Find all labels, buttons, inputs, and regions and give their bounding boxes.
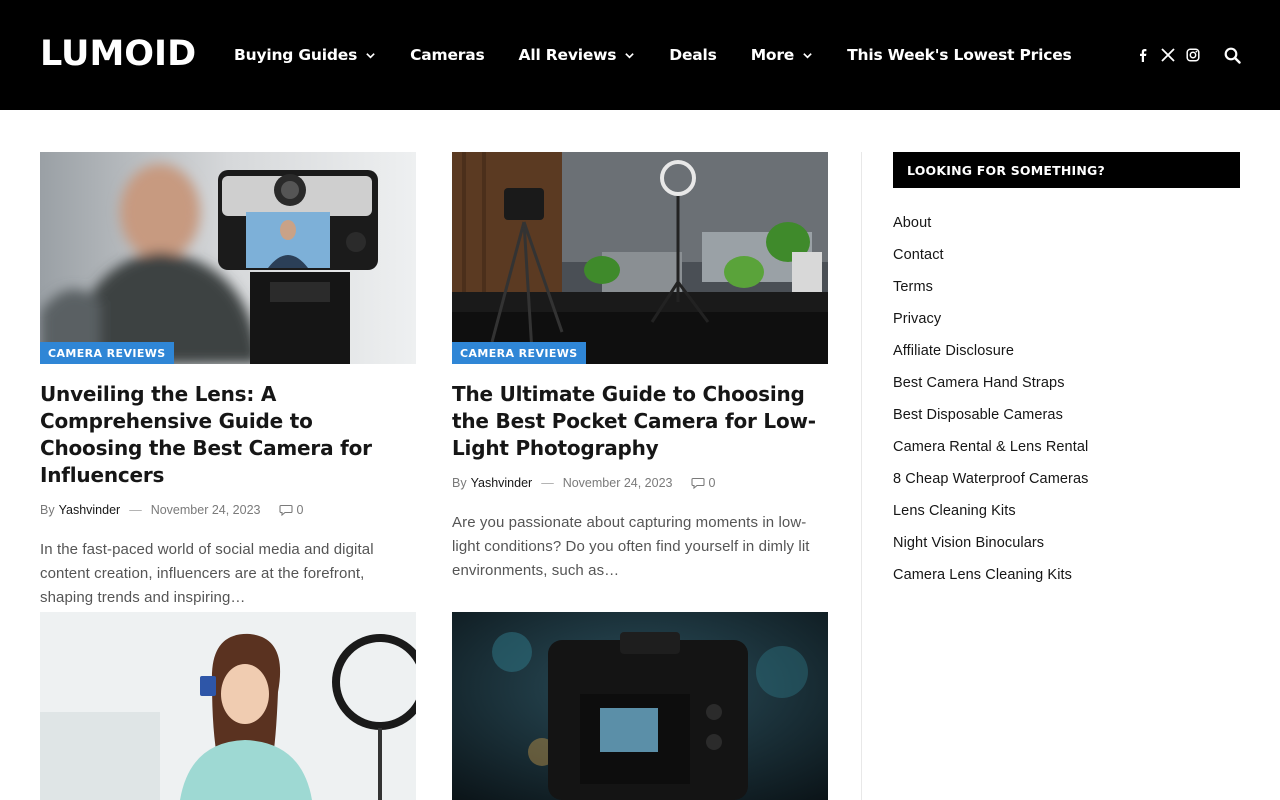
post-card: CAMERA REVIEWS The Ultimate Guide to Cho… <box>452 152 828 583</box>
post-title[interactable]: Unveiling the Lens: A Comprehensive Guid… <box>40 381 416 489</box>
nav-item-lowest-prices[interactable]: This Week's Lowest Prices <box>847 46 1072 64</box>
meta-separator: — <box>541 476 554 490</box>
nav-label: More <box>750 46 795 64</box>
sidebar-link-contact[interactable]: Contact <box>893 245 1240 277</box>
post-meta: By Yashvinder — November 24, 2023 0 <box>40 502 416 518</box>
widget-title: LOOKING FOR SOMETHING? <box>893 152 1240 188</box>
facebook-icon[interactable] <box>1134 46 1152 64</box>
nav-item-more[interactable]: More <box>751 46 813 64</box>
nav-item-deals[interactable]: Deals <box>669 46 717 64</box>
sidebar-link-lens-cleaning-kits[interactable]: Lens Cleaning Kits <box>893 501 1240 533</box>
comments-link[interactable]: 0 <box>278 502 304 518</box>
nav-label: All Reviews <box>518 46 617 64</box>
author-link[interactable]: Yashvinder <box>59 502 121 518</box>
x-icon[interactable] <box>1159 46 1177 64</box>
comments-link[interactable]: 0 <box>690 475 716 491</box>
sidebar-link-terms[interactable]: Terms <box>893 277 1240 309</box>
chevron-down-icon <box>803 52 812 59</box>
nav-item-buying-guides[interactable]: Buying Guides <box>234 46 376 64</box>
post-image <box>40 612 416 800</box>
instagram-icon[interactable] <box>1184 46 1202 64</box>
sidebar-link-affiliate-disclosure[interactable]: Affiliate Disclosure <box>893 341 1240 373</box>
category-badge[interactable]: CAMERA REVIEWS <box>40 342 174 364</box>
post-image <box>452 612 828 800</box>
by-label: By <box>452 476 467 490</box>
nav-item-all-reviews[interactable]: All Reviews <box>519 46 636 64</box>
nav-label: Cameras <box>410 46 485 64</box>
sidebar-link-hand-straps[interactable]: Best Camera Hand Straps <box>893 373 1240 405</box>
site-logo[interactable]: LUMOID <box>40 34 196 74</box>
chevron-down-icon <box>625 52 635 59</box>
sidebar-link-privacy[interactable]: Privacy <box>893 309 1240 341</box>
post-card <box>40 612 416 800</box>
main-nav: Buying Guides Cameras All Reviews Deals … <box>234 44 1106 66</box>
header-icons <box>1127 45 1242 65</box>
search-icon[interactable] <box>1222 45 1242 65</box>
post-thumbnail[interactable]: CAMERA REVIEWS <box>452 152 828 364</box>
post-card: CAMERA REVIEWS Unveiling the Lens: A Com… <box>40 152 416 610</box>
post-card <box>452 612 828 800</box>
category-badge[interactable]: CAMERA REVIEWS <box>452 342 586 364</box>
post-date: November 24, 2023 <box>150 503 261 517</box>
post-thumbnail[interactable] <box>452 612 828 800</box>
meta-separator: — <box>129 503 142 517</box>
column-divider <box>861 152 862 800</box>
post-image <box>452 152 828 364</box>
post-excerpt: Are you passionate about capturing momen… <box>452 514 810 579</box>
post-thumbnail[interactable]: CAMERA REVIEWS <box>40 152 416 364</box>
post-meta: By Yashvinder — November 24, 2023 0 <box>452 475 828 491</box>
sidebar-link-camera-rental[interactable]: Camera Rental & Lens Rental <box>893 437 1240 469</box>
comment-count: 0 <box>708 476 716 490</box>
sidebar-links: About Contact Terms Privacy Affiliate Di… <box>893 213 1240 597</box>
post-thumbnail[interactable] <box>40 612 416 800</box>
chevron-down-icon <box>366 52 375 59</box>
nav-label: This Week's Lowest Prices <box>847 46 1072 64</box>
post-date: November 24, 2023 <box>562 476 673 490</box>
post-title[interactable]: The Ultimate Guide to Choosing the Best … <box>452 381 828 462</box>
by-label: By <box>40 503 55 517</box>
sidebar-link-about[interactable]: About <box>893 213 1240 245</box>
nav-label: Buying Guides <box>234 46 358 64</box>
sidebar-link-disposable-cameras[interactable]: Best Disposable Cameras <box>893 405 1240 437</box>
post-excerpt: In the fast-paced world of social media … <box>40 541 374 606</box>
comment-icon <box>690 477 705 489</box>
comment-icon <box>278 504 293 516</box>
nav-item-cameras[interactable]: Cameras <box>410 46 485 64</box>
comment-count: 0 <box>296 503 304 517</box>
site-header: LUMOID Buying Guides Cameras All Reviews… <box>0 0 1280 110</box>
sidebar: LOOKING FOR SOMETHING? About Contact Ter… <box>893 152 1240 597</box>
post-image <box>40 152 416 364</box>
sidebar-link-night-vision[interactable]: Night Vision Binoculars <box>893 533 1240 565</box>
sidebar-link-camera-lens-cleaning[interactable]: Camera Lens Cleaning Kits <box>893 565 1240 597</box>
sidebar-link-waterproof-cameras[interactable]: 8 Cheap Waterproof Cameras <box>893 469 1240 501</box>
author-link[interactable]: Yashvinder <box>471 475 533 491</box>
nav-label: Deals <box>669 46 717 64</box>
